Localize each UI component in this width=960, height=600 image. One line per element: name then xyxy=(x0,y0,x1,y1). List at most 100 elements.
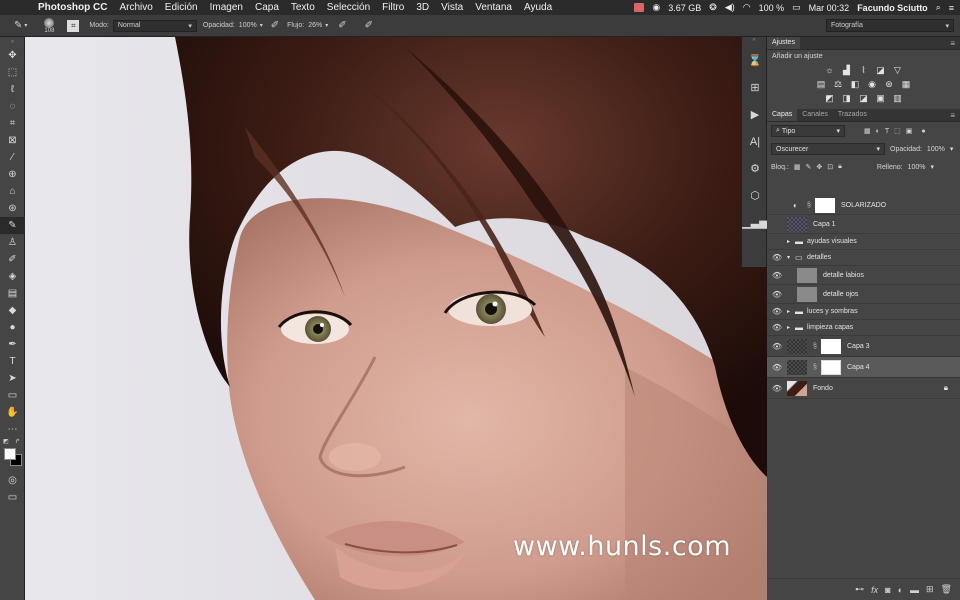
lock-pixels-icon[interactable]: ✎ xyxy=(806,163,812,171)
pen-tool-icon[interactable]: ✒ xyxy=(0,336,25,353)
color-balance-icon[interactable]: ⚖ xyxy=(833,79,844,89)
add-mask-icon[interactable]: ◙ xyxy=(885,585,890,595)
hue-saturation-icon[interactable]: ▤ xyxy=(816,79,827,89)
menu-3d[interactable]: 3D xyxy=(416,2,429,13)
collapse-arrow-icon[interactable]: ▾ xyxy=(787,254,795,261)
dodge-tool-icon[interactable]: ● xyxy=(0,319,25,336)
layer-style-fx-icon[interactable]: fx xyxy=(871,585,878,595)
layer-row-selected[interactable]: 👁︎ § Capa 4 xyxy=(767,357,960,378)
eye-icon[interactable]: 👁︎ xyxy=(767,290,787,299)
flow-chevron-icon[interactable]: ▾ xyxy=(325,22,328,29)
layer-opacity-value[interactable]: 100% xyxy=(927,146,945,153)
menu-ayuda[interactable]: Ayuda xyxy=(524,2,552,13)
chevron-down-icon[interactable]: ▾ xyxy=(930,163,934,171)
layer-comps-icon[interactable]: ⊞ xyxy=(742,74,768,101)
preset-chevron-icon[interactable]: ▾ xyxy=(24,22,27,29)
eye-icon[interactable]: 👁︎ xyxy=(767,307,787,316)
menu-texto[interactable]: Texto xyxy=(291,2,315,13)
default-colors-icon[interactable]: ◩ xyxy=(3,438,9,445)
filter-pixel-icon[interactable]: ▦ xyxy=(864,127,871,135)
user-name[interactable]: Facundo Sciutto xyxy=(857,3,928,13)
history-panel-icon[interactable]: ⌛ xyxy=(742,47,768,74)
patch-tool-icon[interactable]: ⌂ xyxy=(0,183,25,200)
document-canvas[interactable]: www.hunls.com xyxy=(25,37,767,600)
new-group-icon[interactable]: ▬ xyxy=(910,585,919,595)
exposure-icon[interactable]: ◪ xyxy=(875,65,886,75)
blend-mode-select[interactable]: Oscurecer ▾ xyxy=(771,143,885,155)
fill-value[interactable]: 100% xyxy=(908,164,926,171)
invert-icon[interactable]: ◩ xyxy=(824,93,835,103)
layer-group-row[interactable]: 👁︎ ▸ ▬ limpieza capas xyxy=(767,320,960,336)
filter-type-icon[interactable]: T xyxy=(885,128,889,135)
vibrance-icon[interactable]: ▽ xyxy=(892,65,903,75)
new-adjustment-icon[interactable]: ◐ xyxy=(898,585,903,595)
healing-brush-tool-icon[interactable]: ⊕ xyxy=(0,166,25,183)
expand-arrow-icon[interactable]: ▸ xyxy=(787,324,795,331)
layer-group-row[interactable]: 👁︎ ▸ ▬ luces y sombras xyxy=(767,304,960,320)
battery-icon[interactable]: ▭ xyxy=(792,2,801,13)
link-layers-icon[interactable]: ⊷ xyxy=(855,584,864,595)
lasso-tool-icon[interactable]: ℓ xyxy=(0,81,25,98)
clock[interactable]: Mar 00:32 xyxy=(809,3,850,13)
clone-stamp-tool-icon[interactable]: ♙ xyxy=(0,234,25,251)
pressure-opacity-icon[interactable]: ✐ xyxy=(271,20,279,31)
curves-icon[interactable]: ⌇ xyxy=(858,65,869,75)
black-white-icon[interactable]: ◧ xyxy=(850,79,861,89)
eraser-tool-icon[interactable]: ◈ xyxy=(0,268,25,285)
lock-transparent-icon[interactable]: ▦ xyxy=(794,163,801,171)
tab-trazados[interactable]: Trazados xyxy=(833,109,872,121)
mask-link-icon[interactable]: § xyxy=(813,343,819,350)
brush-picker[interactable]: 108 xyxy=(37,17,61,34)
type-tool-icon[interactable]: T xyxy=(0,353,25,370)
tab-capas[interactable]: Capas xyxy=(767,109,798,121)
filter-shape-icon[interactable]: ⬚ xyxy=(894,127,901,135)
filter-smart-icon[interactable]: ▣ xyxy=(906,127,913,135)
layer-row[interactable]: Capa 1 xyxy=(767,215,960,234)
trash-icon[interactable]: 🗑︎ xyxy=(941,584,952,595)
color-swatches[interactable]: ◩ ↱ xyxy=(0,438,24,472)
history-brush-tool-icon[interactable]: ✐ xyxy=(0,251,25,268)
expand-arrow-icon[interactable]: ▸ xyxy=(787,238,795,245)
notification-center-icon[interactable]: ≡ xyxy=(949,3,954,13)
layer-group-row[interactable]: ▸ ▬ ayudas visuales xyxy=(767,234,960,250)
status-app-icon[interactable] xyxy=(634,3,645,12)
panel-menu-icon[interactable]: ≡ xyxy=(950,39,955,48)
layer-row[interactable]: ◐ § SOLARIZADO xyxy=(767,196,960,215)
memory-icon[interactable]: ◉ xyxy=(652,2,660,13)
eye-icon[interactable]: 👁︎ xyxy=(767,342,787,351)
stamp-tool-icon[interactable]: ⊛ xyxy=(0,200,25,217)
eye-icon[interactable]: 👁︎ xyxy=(767,323,787,332)
menu-archivo[interactable]: Archivo xyxy=(119,2,152,13)
properties-panel-icon[interactable]: ⚙ xyxy=(742,155,768,182)
layer-row[interactable]: 👁︎ § Capa 3 xyxy=(767,336,960,357)
tab-ajustes[interactable]: Ajustes xyxy=(767,37,800,49)
eye-icon[interactable]: 👁︎ xyxy=(767,363,787,372)
swap-colors-icon[interactable]: ↱ xyxy=(15,438,20,445)
cloud-icon[interactable]: ❂ xyxy=(709,2,717,13)
menu-filtro[interactable]: Filtro xyxy=(382,2,404,13)
foreground-color[interactable] xyxy=(4,448,16,460)
more-tools-icon[interactable]: ⋯ xyxy=(0,421,25,438)
eye-icon[interactable]: 👁︎ xyxy=(767,271,787,280)
brush-tool-icon[interactable]: ✎ xyxy=(0,217,25,234)
crop-tool-icon[interactable]: ⌗ xyxy=(0,115,25,132)
opacity-value[interactable]: 100% xyxy=(239,22,257,29)
tab-canales[interactable]: Canales xyxy=(797,109,833,121)
gradient-map-icon[interactable]: ▥ xyxy=(892,93,903,103)
menu-capa[interactable]: Capa xyxy=(255,2,279,13)
path-select-tool-icon[interactable]: ➤ xyxy=(0,370,25,387)
channel-mixer-icon[interactable]: ⊛ xyxy=(884,79,895,89)
marquee-tool-icon[interactable]: ⬚ xyxy=(0,64,25,81)
layer-row[interactable]: 👁︎ detalle ojos xyxy=(767,285,960,304)
menu-ventana[interactable]: Ventana xyxy=(475,2,512,13)
eyedropper-tool-icon[interactable]: ⁄ xyxy=(0,149,25,166)
menu-seleccion[interactable]: Selección xyxy=(327,2,370,13)
app-menu[interactable]: Photoshop CC xyxy=(38,2,107,13)
chevron-down-icon[interactable]: ▾ xyxy=(950,145,954,153)
menu-vista[interactable]: Vista xyxy=(441,2,463,13)
expand-arrow-icon[interactable]: ▸ xyxy=(787,308,795,315)
new-layer-icon[interactable]: ⊞ xyxy=(926,584,934,595)
layer-filter-select[interactable]: ⌕ Tipo ▾ xyxy=(771,125,845,137)
panel-menu-icon[interactable]: ≡ xyxy=(950,111,955,120)
hand-tool-icon[interactable]: ✋ xyxy=(0,404,25,421)
